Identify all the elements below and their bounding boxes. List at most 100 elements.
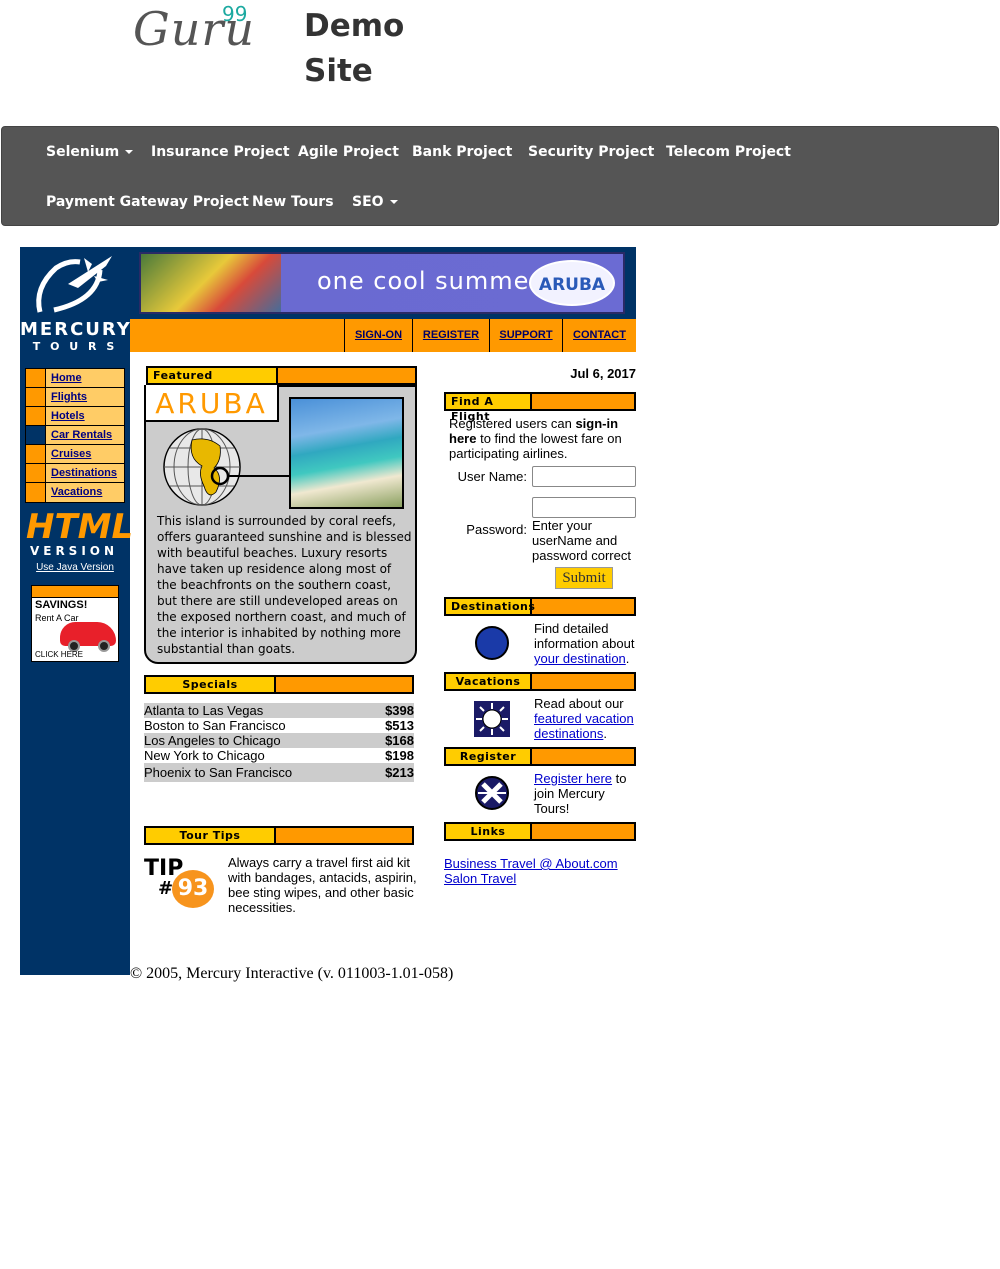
savings-title: SAVINGS! [35, 599, 88, 611]
site-title-line2: Site [304, 53, 373, 89]
contact-link[interactable]: CONTACT [562, 319, 636, 352]
username-label: User Name: [457, 469, 527, 484]
tour-tips-label: Tour Tips [146, 828, 276, 843]
sidenav-hotels[interactable]: Hotels [46, 407, 124, 425]
mercury-tours-brand: MERCURY T O U R S [20, 320, 130, 354]
mercury-plane-logo-icon[interactable] [28, 250, 120, 318]
sidenav-flights[interactable]: Flights [46, 388, 124, 406]
special-route: Atlanta to Las Vegas [144, 703, 264, 718]
sidenav-cruises[interactable]: Cruises [46, 445, 124, 463]
aruba-banner-ad[interactable]: one cool summer ARUBA [139, 252, 625, 314]
guru99-logo-sup: 99 [222, 2, 248, 26]
globe-map-icon [163, 428, 290, 506]
your-destination-link[interactable]: your destination [534, 651, 626, 666]
sidenav-destinations[interactable]: Destinations [46, 464, 124, 482]
table-row: Los Angeles to Chicago $168 [144, 733, 414, 748]
use-java-version-link[interactable]: Use Java Version [20, 562, 130, 573]
register-x-icon [475, 776, 509, 810]
nav-agile-project[interactable]: Agile Project [298, 144, 399, 160]
specials-table: Atlanta to Las Vegas $398 Boston to San F… [144, 703, 414, 782]
specials-header: Specials [144, 675, 414, 694]
brand-line2: T O U R S [32, 340, 118, 353]
html-version-badge: HTML VERSION [26, 510, 133, 558]
main-navbar: Selenium Insurance Project Agile Project… [1, 126, 999, 226]
vacations-header: Vacations [444, 672, 636, 691]
register-label: Register [446, 749, 532, 764]
special-price: $213 [385, 765, 414, 780]
tip-text: Always carry a travel first aid kit with… [228, 855, 417, 915]
tip-badge: TIP # 93 [144, 856, 216, 910]
destinations-text-pre: Find detailed information about [534, 621, 635, 651]
links-list: Business Travel @ About.com Salon Travel [444, 856, 636, 886]
nav-seo[interactable]: SEO [352, 194, 398, 210]
nav-seo-label: SEO [352, 194, 384, 210]
nav-marker [26, 369, 46, 387]
login-hint: Enter your userName and password correct [532, 518, 631, 563]
savings-ad-header [32, 586, 118, 598]
banner-photo [141, 254, 281, 312]
sidenav-car-rentals[interactable]: Car Rentals [46, 426, 124, 444]
site-title: Demo Site [304, 4, 424, 94]
password-label: Password: [466, 522, 527, 537]
register-header: Register [444, 747, 636, 766]
nav-security-project[interactable]: Security Project [528, 144, 654, 160]
footer-copyright: © 2005, Mercury Interactive (v. 011003-1… [130, 965, 454, 982]
destination-name: ARUBA [146, 385, 279, 422]
nav-marker [26, 388, 46, 406]
submit-button[interactable]: Submit [555, 567, 613, 589]
nav-marker [26, 445, 46, 463]
sidenav-vacations[interactable]: Vacations [46, 483, 124, 502]
links-header: Links [444, 822, 636, 841]
destinations-text-post: . [625, 651, 630, 666]
register-here-link[interactable]: Register here [534, 771, 612, 786]
nav-insurance-project[interactable]: Insurance Project [151, 144, 290, 160]
car-rental-savings-ad[interactable]: SAVINGS! Rent A Car CLICK HERE [31, 585, 119, 662]
find-flight-header: Find A Flight [444, 392, 636, 423]
tip-hash: # [158, 878, 174, 899]
destinations-text: Find detailed information about your des… [534, 621, 636, 666]
savings-click-here: CLICK HERE [35, 650, 84, 659]
special-price: $398 [385, 703, 414, 718]
salon-travel-link[interactable]: Salon Travel [444, 871, 636, 886]
nav-selenium-label: Selenium [46, 144, 120, 160]
nav-new-tours[interactable]: New Tours [252, 194, 334, 210]
intro-text: Registered users can [449, 416, 576, 431]
register-link[interactable]: REGISTER [412, 319, 489, 352]
table-row: New York to Chicago $198 [144, 748, 414, 763]
username-input[interactable] [532, 466, 636, 487]
current-date: Jul 6, 2017 [570, 366, 636, 381]
featured-destination-label: Featured Destination [148, 368, 278, 397]
brand-line1: MERCURY [20, 319, 132, 340]
vacations-text: Read about our featured vacation destina… [534, 696, 636, 741]
special-price: $168 [385, 733, 414, 748]
special-price: $513 [385, 718, 414, 733]
nav-telecom-project[interactable]: Telecom Project [666, 144, 791, 160]
sidenav-home[interactable]: Home [46, 369, 124, 387]
nav-bank-project[interactable]: Bank Project [412, 144, 512, 160]
password-input[interactable] [532, 497, 636, 518]
destination-globe-icon [475, 626, 509, 660]
wheel-icon [98, 640, 110, 652]
caret-down-icon [389, 200, 398, 204]
aruba-beach-photo [289, 397, 404, 509]
destination-description: This island is surrounded by coral reefs… [157, 514, 412, 656]
sign-on-link[interactable]: SIGN-ON [344, 319, 412, 352]
nav-marker [26, 483, 46, 502]
featured-vacation-link[interactable]: featured vacation destinations [534, 711, 634, 741]
specials-label: Specials [146, 677, 276, 692]
vacations-label: Vacations [446, 674, 532, 689]
html-version-small: VERSION [29, 544, 119, 558]
site-title-line1: Demo [304, 8, 405, 44]
table-row: Atlanta to Las Vegas $398 [144, 703, 414, 718]
business-travel-link[interactable]: Business Travel @ About.com [444, 856, 636, 871]
featured-destination-header: Featured Destination [146, 366, 417, 397]
caret-down-icon [125, 150, 134, 154]
table-row: Phoenix to San Francisco $213 [144, 763, 414, 782]
nav-payment-gateway-project[interactable]: Payment Gateway Project [46, 194, 249, 210]
support-link[interactable]: SUPPORT [489, 319, 562, 352]
nav-selenium[interactable]: Selenium [46, 144, 134, 160]
special-route: Los Angeles to Chicago [144, 733, 281, 748]
top-links-bar: SIGN-ON REGISTER SUPPORT CONTACT [130, 319, 636, 352]
vacations-text-post: . [603, 726, 608, 741]
tip-number: 93 [172, 870, 214, 908]
